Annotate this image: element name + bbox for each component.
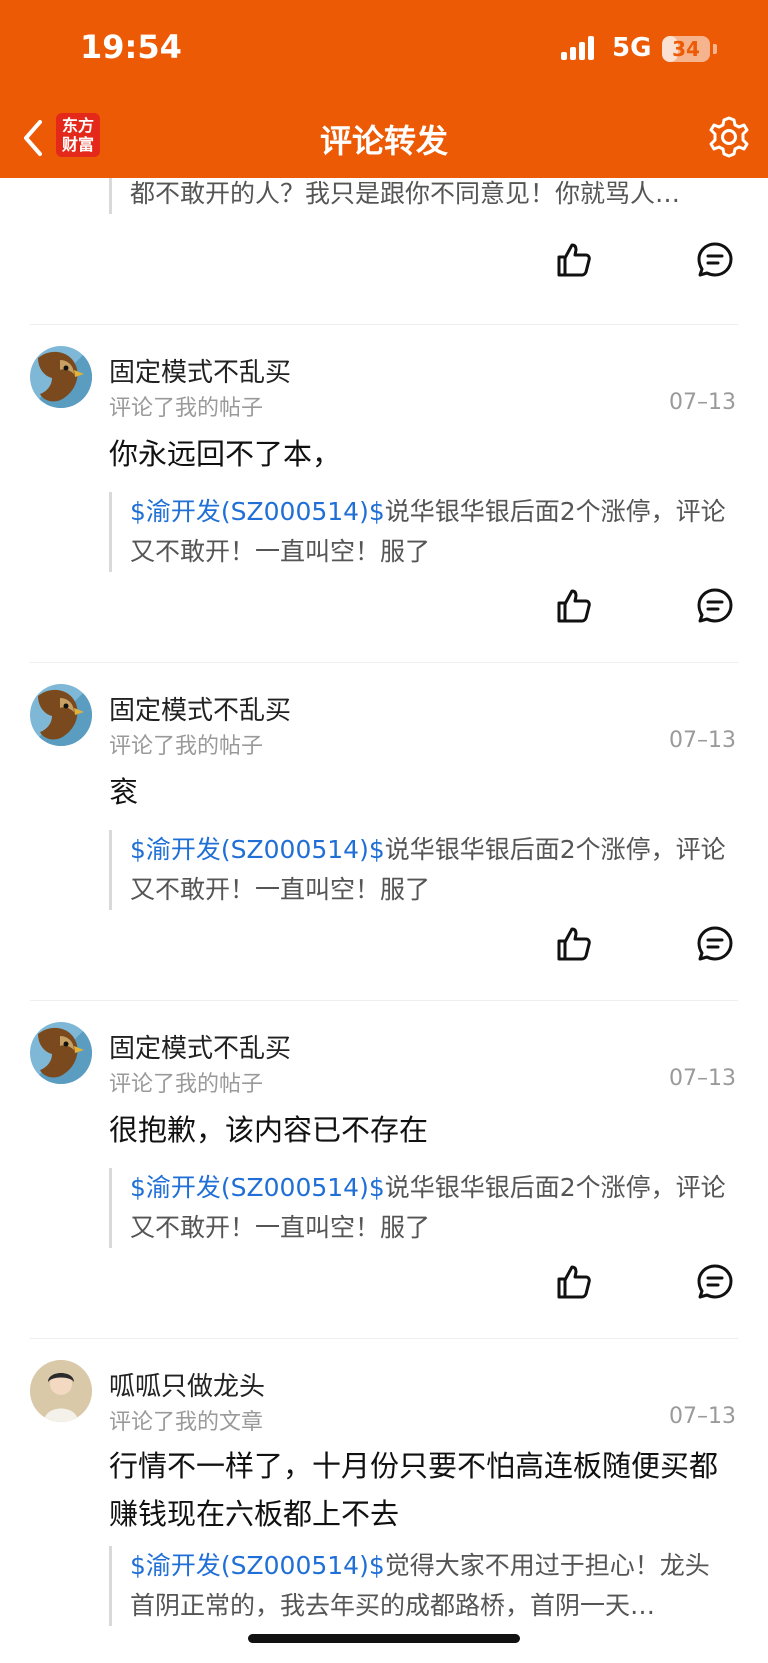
list-item[interactable]: 固定模式不乱买 评论了我的帖子 07–13 你永远回不了本， $渝开发(SZ00… bbox=[0, 324, 768, 642]
comment-text: 你永远回不了本， bbox=[109, 437, 342, 471]
quoted-post[interactable]: $渝开发(SZ000514)$说华银华银后面2个涨停，评论又不敢开！一直叫空！服… bbox=[109, 1168, 729, 1248]
comment-icon[interactable] bbox=[696, 925, 734, 963]
network-type: 5G bbox=[612, 33, 652, 63]
user-name[interactable]: 固定模式不乱买 bbox=[109, 690, 291, 727]
comment-text: 行情不一样了，十月份只要不怕高连板随便买都赚钱现在六板都上不去 bbox=[109, 1449, 719, 1531]
action-text: 评论了我的帖子 bbox=[109, 734, 264, 759]
battery-icon: 34 bbox=[662, 36, 710, 62]
avatar[interactable] bbox=[30, 346, 92, 408]
avatar[interactable] bbox=[30, 684, 92, 746]
action-text: 评论了我的帖子 bbox=[109, 396, 264, 421]
user-name[interactable]: 呱呱只做龙头 bbox=[109, 1366, 265, 1403]
list-item[interactable]: 呱呱只做龙头 评论了我的文章 07–13 行情不一样了，十月份只要不怕高连板随便… bbox=[0, 1338, 768, 1663]
quoted-post[interactable]: $渝开发(SZ000514)$说华银华银后面2个涨停，评论又不敢开！一直叫空！服… bbox=[109, 492, 729, 572]
stock-link[interactable]: $渝开发(SZ000514)$ bbox=[130, 1551, 385, 1580]
quoted-post[interactable]: 都不敢开的人？我只是跟你不同意见！你就骂人… bbox=[109, 178, 729, 214]
timestamp: 07–13 bbox=[669, 728, 736, 753]
quoted-text: 都不敢开的人？我只是跟你不同意见！你就骂人… bbox=[130, 179, 681, 208]
thumbs-up-icon[interactable] bbox=[554, 1262, 594, 1302]
comment-icon[interactable] bbox=[696, 1263, 734, 1301]
quoted-post[interactable]: $渝开发(SZ000514)$觉得大家不用过于担心！龙头首阴正常的，我去年买的成… bbox=[109, 1546, 729, 1626]
page-title: 评论转发 bbox=[319, 122, 448, 160]
stock-link[interactable]: $渝开发(SZ000514)$ bbox=[130, 1173, 385, 1202]
signal-icon bbox=[561, 36, 594, 60]
user-name[interactable]: 固定模式不乱买 bbox=[109, 1028, 291, 1065]
avatar[interactable] bbox=[30, 1360, 92, 1422]
comment-icon[interactable] bbox=[696, 587, 734, 625]
avatar[interactable] bbox=[30, 1022, 92, 1084]
comment-icon[interactable] bbox=[696, 241, 734, 279]
list-item[interactable]: 固定模式不乱买 评论了我的帖子 07–13 很抱歉，该内容已不存在 $渝开发(S… bbox=[0, 1000, 768, 1318]
user-name[interactable]: 固定模式不乱买 bbox=[109, 352, 291, 389]
stock-link[interactable]: $渝开发(SZ000514)$ bbox=[130, 497, 385, 526]
thumbs-up-icon[interactable] bbox=[554, 240, 594, 280]
comment-text: 很抱歉，该内容已不存在 bbox=[109, 1113, 429, 1147]
list-item[interactable]: 固定模式不乱买 评论了我的帖子 07–13 衮 $渝开发(SZ000514)$说… bbox=[0, 662, 768, 980]
message-list[interactable]: 都不敢开的人？我只是跟你不同意见！你就骂人… 固定模式不乱买 评论了我的帖子 0… bbox=[0, 178, 768, 1663]
timestamp: 07–13 bbox=[669, 1066, 736, 1091]
thumbs-up-icon[interactable] bbox=[554, 586, 594, 626]
timestamp: 07–13 bbox=[669, 1404, 736, 1429]
comment-text: 衮 bbox=[109, 775, 139, 809]
thumbs-up-icon[interactable] bbox=[554, 924, 594, 964]
battery-level: 34 bbox=[672, 37, 700, 61]
timestamp: 07–13 bbox=[669, 390, 736, 415]
battery-tip bbox=[713, 44, 717, 54]
gear-icon[interactable] bbox=[706, 114, 752, 160]
status-time: 19:54 bbox=[80, 28, 182, 66]
home-indicator[interactable] bbox=[248, 1634, 520, 1643]
list-item: 都不敢开的人？我只是跟你不同意见！你就骂人… bbox=[0, 178, 768, 326]
action-text: 评论了我的帖子 bbox=[109, 1072, 264, 1097]
stock-link[interactable]: $渝开发(SZ000514)$ bbox=[130, 835, 385, 864]
quoted-post[interactable]: $渝开发(SZ000514)$说华银华银后面2个涨停，评论又不敢开！一直叫空！服… bbox=[109, 830, 729, 910]
action-text: 评论了我的文章 bbox=[109, 1410, 264, 1435]
